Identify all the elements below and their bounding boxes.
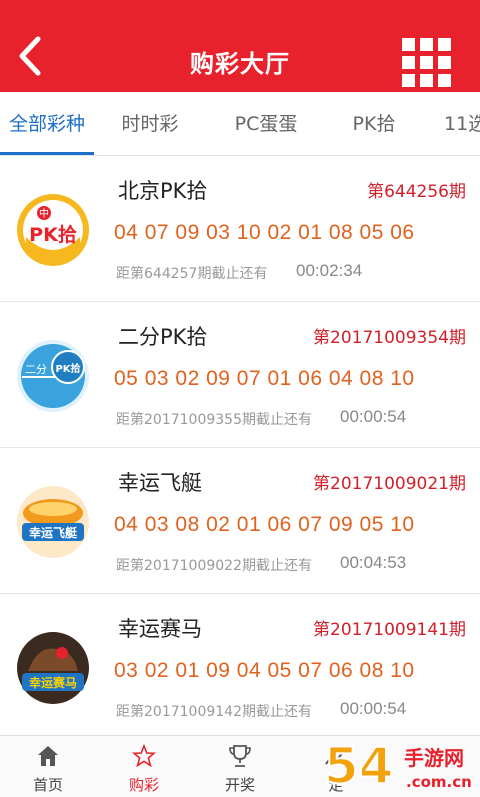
lottery-item-xyft[interactable]: 幸运飞艇 幸运飞艇 第20171009021期 04 03 08 02 01 0…: [0, 449, 480, 594]
nav-label: 开奖: [224, 776, 255, 794]
lottery-name: 幸运赛马: [118, 617, 202, 641]
xysm-logo-icon: 幸运赛马: [17, 632, 89, 704]
site-watermark-logo: 54 手游网 .com.cn: [323, 736, 472, 796]
lottery-hall-screen: 购彩大厅 全部彩种 时时彩 PC蛋蛋 PK拾 11选: [0, 0, 480, 797]
nav-label: 购彩: [128, 776, 159, 794]
logo-mark: 中: [39, 207, 49, 220]
bjpk10-logo-icon: 中 PK拾: [17, 194, 89, 266]
grid-icon: [402, 38, 451, 87]
menu-grid-button[interactable]: [402, 38, 452, 88]
tab-pk10[interactable]: PK拾: [342, 92, 406, 155]
logo-text-b: PK拾: [55, 362, 80, 375]
tab-all[interactable]: 全部彩种: [4, 92, 90, 155]
star-icon: [132, 744, 156, 768]
logo-text: PK拾: [29, 223, 77, 246]
lottery-item-bjpk10[interactable]: 中 PK拾 北京PK拾 第644256期 04 07 09 03 10 02 0…: [0, 157, 480, 302]
app-header: 购彩大厅: [0, 0, 480, 92]
category-tabs: 全部彩种 时时彩 PC蛋蛋 PK拾 11选: [0, 92, 480, 156]
home-icon: [38, 746, 58, 766]
countdown-timer: 00:04:53: [340, 553, 407, 572]
lottery-list: 中 PK拾 北京PK拾 第644256期 04 07 09 03 10 02 0…: [0, 157, 480, 735]
deadline-label: 距第20171009355期截止还有: [116, 412, 312, 428]
lottery-period: 第20171009141期: [313, 620, 466, 640]
svg-text:54: 54: [324, 737, 394, 795]
winning-numbers: 04 03 08 02 01 06 07 09 05 10: [114, 513, 415, 536]
lottery-item-2fpk10[interactable]: 二分 PK拾 二分PK拾 第20171009354期 05 03 02 09 0…: [0, 303, 480, 448]
lottery-name: 二分PK拾: [118, 325, 208, 349]
lottery-period: 第20171009021期: [313, 474, 466, 494]
countdown-timer: 00:00:54: [340, 407, 407, 426]
deadline-label: 距第20171009142期截止还有: [116, 704, 312, 720]
trophy-icon: [229, 745, 251, 767]
tab-11x5[interactable]: 11选: [444, 92, 480, 155]
nav-home[interactable]: 首页: [0, 736, 96, 797]
nav-buy[interactable]: 购彩: [96, 736, 192, 797]
logo-text: 幸运赛马: [29, 675, 77, 690]
lottery-item-xysm[interactable]: 幸运赛马 幸运赛马 第20171009141期 03 02 01 09 04 0…: [0, 595, 480, 735]
lottery-name: 北京PK拾: [118, 179, 208, 203]
nav-label: 首页: [32, 776, 63, 794]
countdown-timer: 00:00:54: [340, 699, 407, 718]
tab-shishicai[interactable]: 时时彩: [112, 92, 188, 155]
lottery-period: 第644256期: [367, 182, 466, 202]
lottery-period: 第20171009354期: [313, 328, 466, 348]
nav-draw[interactable]: 开奖: [192, 736, 288, 797]
winning-numbers: 05 03 02 09 07 01 06 04 08 10: [114, 367, 415, 390]
svg-text:.com.cn: .com.cn: [406, 773, 472, 791]
tab-pcdandan[interactable]: PC蛋蛋: [222, 92, 310, 155]
winning-numbers: 04 07 09 03 10 02 01 08 05 06: [114, 221, 415, 244]
xyft-logo-icon: 幸运飞艇: [17, 486, 89, 558]
lottery-name: 幸运飞艇: [118, 471, 202, 495]
logo-text: 幸运飞艇: [29, 525, 78, 540]
logo-text-a: 二分: [25, 363, 47, 376]
svg-text:手游网: 手游网: [404, 746, 464, 770]
active-tab-indicator: [0, 152, 94, 155]
deadline-label: 距第644257期截止还有: [116, 266, 268, 282]
2fpk10-logo-icon: 二分 PK拾: [17, 340, 89, 412]
deadline-label: 距第20171009022期截止还有: [116, 558, 312, 574]
countdown-timer: 00:02:34: [296, 261, 363, 280]
winning-numbers: 03 02 01 09 04 05 07 06 08 10: [114, 659, 415, 682]
